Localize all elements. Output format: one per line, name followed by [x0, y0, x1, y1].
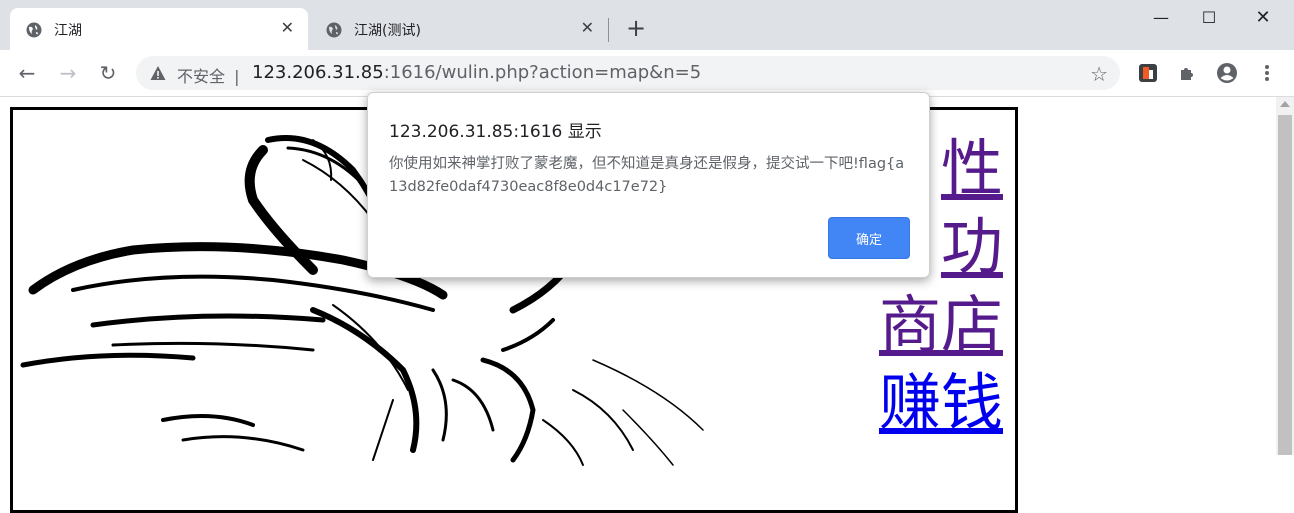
dialog-message: 你使用如来神掌打败了蒙老魔，但不知道是真身还是假身，提交试一下吧!flag{a1…: [389, 156, 905, 195]
scrollbar-thumb[interactable]: [1278, 115, 1292, 455]
extensions-puzzle-icon[interactable]: [1177, 62, 1199, 84]
maximize-button[interactable]: ☐: [1186, 0, 1232, 34]
page-scrollbar[interactable]: [1276, 97, 1294, 455]
ok-button[interactable]: 确定: [828, 217, 910, 259]
alert-dialog: 123.206.31.85:1616 显示 你使用如来神掌打败了蒙老魔，但不知道…: [367, 92, 930, 278]
tab-strip: 江湖 ✕ 江湖(测试) ✕ + — ☐ ✕: [0, 0, 1294, 50]
link-shop[interactable]: 商店: [863, 286, 1003, 364]
tab-title: 江湖(测试): [354, 23, 421, 39]
tab-title: 江湖: [54, 23, 82, 39]
new-tab-button[interactable]: +: [626, 14, 646, 42]
tab-close-icon[interactable]: ✕: [281, 18, 294, 37]
globe-icon: [326, 22, 342, 38]
insecure-text: 不安全: [177, 67, 226, 86]
profile-avatar-icon[interactable]: [1216, 62, 1238, 84]
reload-button[interactable]: ↻: [95, 60, 121, 86]
tab-jianghu-test[interactable]: 江湖(测试) ✕: [310, 8, 608, 50]
address-bar[interactable]: 不安全 | 123.206.31.85:1616/wulin.php?actio…: [136, 56, 1120, 90]
dialog-title: 123.206.31.85:1616 显示: [389, 122, 602, 142]
link-earn-money[interactable]: 赚钱: [863, 364, 1003, 442]
tab-close-icon[interactable]: ✕: [581, 18, 594, 37]
warning-icon[interactable]: [150, 65, 166, 81]
scroll-up-arrow-icon[interactable]: [1280, 101, 1290, 107]
extension-icon[interactable]: [1137, 62, 1159, 84]
minimize-button[interactable]: —: [1138, 0, 1184, 34]
browser-toolbar: ← → ↻ 不安全 | 123.206.31.85:1616/wulin.php…: [0, 50, 1294, 97]
menu-kebab-icon[interactable]: [1258, 62, 1276, 84]
tab-separator: [608, 18, 609, 42]
globe-icon: [26, 22, 42, 38]
tab-jianghu[interactable]: 江湖 ✕: [10, 8, 308, 50]
close-window-button[interactable]: ✕: [1240, 0, 1286, 34]
insecure-label[interactable]: 不安全 |: [177, 63, 240, 87]
url-path: :1616/wulin.php?action=map&n=5: [383, 62, 702, 83]
url-host: 123.206.31.85: [252, 62, 384, 83]
back-button[interactable]: ←: [14, 60, 40, 86]
url-text[interactable]: 123.206.31.85:1616/wulin.php?action=map&…: [252, 62, 701, 83]
omnibox-separator: |: [234, 67, 240, 86]
bookmark-star-icon[interactable]: ☆: [1090, 62, 1108, 86]
forward-button[interactable]: →: [55, 60, 81, 86]
